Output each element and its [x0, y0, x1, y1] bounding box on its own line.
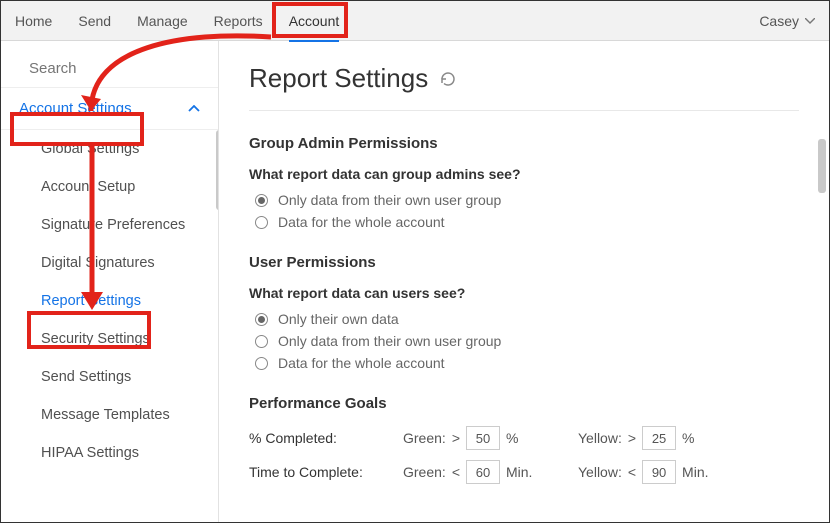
- top-nav-list: Home Send Manage Reports Account: [15, 1, 339, 41]
- heading-group-admin: Group Admin Permissions: [249, 135, 799, 152]
- perf-row-time: Time to Complete: Green: < Min. Yellow: …: [249, 460, 799, 484]
- radio-label: Only their own data: [278, 311, 399, 327]
- top-navbar: Home Send Manage Reports Account Casey: [1, 1, 829, 41]
- perf-op: >: [452, 430, 460, 446]
- perf-op: <: [452, 464, 460, 480]
- perf-green-label: Green:: [403, 464, 446, 480]
- search-input[interactable]: [29, 60, 228, 77]
- sidebar-item-global-settings[interactable]: Global Settings: [1, 130, 218, 168]
- sidebar-scrollbar-thumb[interactable]: [216, 130, 218, 210]
- perf-unit: Min.: [682, 464, 714, 480]
- radio-user-own-group[interactable]: Only data from their own user group: [255, 333, 799, 349]
- perf-label: % Completed:: [249, 430, 389, 446]
- perf-yellow-completed-input[interactable]: [642, 426, 676, 450]
- refresh-icon[interactable]: [440, 71, 456, 87]
- sidebar-item-send-settings[interactable]: Send Settings: [1, 358, 218, 396]
- perf-unit: Min.: [506, 464, 538, 480]
- perf-op: <: [628, 464, 636, 480]
- sidebar-item-digital-signatures[interactable]: Digital Signatures: [1, 244, 218, 282]
- nav-home[interactable]: Home: [15, 1, 52, 41]
- page-title-row: Report Settings: [249, 63, 799, 111]
- perf-green-label: Green:: [403, 430, 446, 446]
- sidebar-item-security-settings[interactable]: Security Settings: [1, 320, 218, 358]
- sidebar-item-account-setup[interactable]: Account Setup: [1, 168, 218, 206]
- user-menu[interactable]: Casey: [759, 13, 815, 29]
- perf-row-completed: % Completed: Green: > % Yellow: > %: [249, 426, 799, 450]
- radio-label: Only data from their own user group: [278, 333, 501, 349]
- nav-account[interactable]: Account: [289, 1, 340, 41]
- perf-unit: %: [682, 430, 714, 446]
- caret-down-icon: [805, 18, 815, 24]
- search-wrap: [1, 41, 218, 87]
- radio-icon: [255, 194, 268, 207]
- perf-green-completed-input[interactable]: [466, 426, 500, 450]
- question-group-admin: What report data can group admins see?: [249, 166, 799, 182]
- content-area: Report Settings Group Admin Permissions …: [219, 41, 829, 522]
- sidebar-section-label: Account Settings: [19, 100, 132, 117]
- page-title: Report Settings: [249, 63, 428, 94]
- radio-label: Data for the whole account: [278, 355, 445, 371]
- radio-icon: [255, 357, 268, 370]
- radio-icon: [255, 216, 268, 229]
- perf-yellow-time-input[interactable]: [642, 460, 676, 484]
- perf-op: >: [628, 430, 636, 446]
- sidebar-item-hipaa-settings[interactable]: HIPAA Settings: [1, 434, 218, 472]
- sidebar-item-report-settings[interactable]: Report Settings: [1, 282, 218, 320]
- radio-ga-whole-account[interactable]: Data for the whole account: [255, 214, 799, 230]
- nav-send[interactable]: Send: [78, 1, 111, 41]
- nav-reports[interactable]: Reports: [214, 1, 263, 41]
- radio-ga-own-group[interactable]: Only data from their own user group: [255, 192, 799, 208]
- radio-icon: [255, 313, 268, 326]
- heading-user-permissions: User Permissions: [249, 254, 799, 271]
- perf-label: Time to Complete:: [249, 464, 389, 480]
- sidebar: Account Settings Global Settings Account…: [1, 41, 219, 522]
- user-name: Casey: [759, 13, 799, 29]
- perf-green-time-input[interactable]: [466, 460, 500, 484]
- perf-yellow-label: Yellow:: [578, 464, 622, 480]
- sidebar-nav-list: Global Settings Account Setup Signature …: [1, 130, 218, 522]
- radio-user-whole-account[interactable]: Data for the whole account: [255, 355, 799, 371]
- sidebar-item-signature-preferences[interactable]: Signature Preferences: [1, 206, 218, 244]
- chevron-up-icon: [188, 105, 200, 113]
- sidebar-item-message-templates[interactable]: Message Templates: [1, 396, 218, 434]
- nav-manage[interactable]: Manage: [137, 1, 188, 41]
- radio-label: Data for the whole account: [278, 214, 445, 230]
- sidebar-section-account-settings[interactable]: Account Settings: [1, 87, 218, 130]
- content-scrollbar-thumb[interactable]: [818, 139, 826, 193]
- perf-unit: %: [506, 430, 538, 446]
- radio-user-own-data[interactable]: Only their own data: [255, 311, 799, 327]
- question-user-permissions: What report data can users see?: [249, 285, 799, 301]
- heading-performance-goals: Performance Goals: [249, 395, 799, 412]
- radio-label: Only data from their own user group: [278, 192, 501, 208]
- perf-yellow-label: Yellow:: [578, 430, 622, 446]
- radio-icon: [255, 335, 268, 348]
